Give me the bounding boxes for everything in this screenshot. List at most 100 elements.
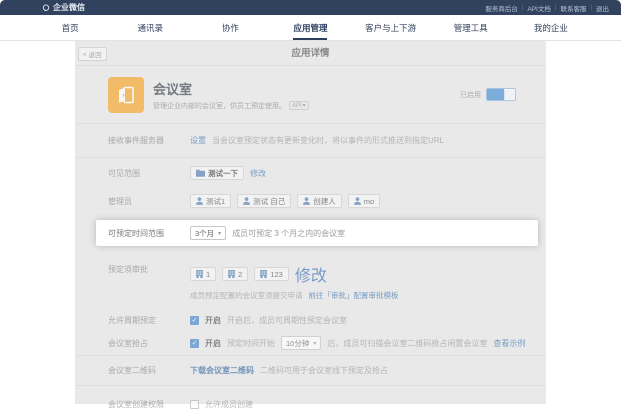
- nav-item-my-company[interactable]: 我的企业: [511, 15, 591, 40]
- topbar-links: 服务商后台 | API文档 | 联系客服 | 退出: [485, 3, 609, 13]
- caret-down-icon: ▾: [313, 340, 316, 347]
- admin-tag-label: 测试 自己: [253, 196, 285, 207]
- main-nav: 首页 通讯录 协作 应用管理 客户与上下游 管理工具 我的企业: [0, 15, 621, 41]
- divider: |: [555, 5, 557, 11]
- person-icon: [354, 197, 361, 205]
- toggle-fill: [487, 89, 504, 100]
- booking-window-select[interactable]: 3个月 ▾: [190, 226, 226, 240]
- row-booking-window-highlighted: 可预定时间范围 3个月 ▾ 成员可预定 3 个月之内的会议室: [96, 220, 538, 246]
- row-qrcode: 会议室二维码 下载会议室二维码 二维码可用于会议室线下预定及抢占: [75, 355, 546, 385]
- room-tag[interactable]: 123: [254, 267, 289, 281]
- caret-down-icon: ▾: [218, 230, 221, 237]
- view-example-link[interactable]: 查看示例: [493, 338, 525, 349]
- checkbox-label: 允许成员创建: [205, 399, 253, 410]
- nav-item-app-management[interactable]: 应用管理: [270, 15, 350, 40]
- back-arrow-icon: «: [83, 51, 87, 58]
- app-description-row: 管理企业内部的会议室，供员工预定使用。 API ▾: [153, 101, 309, 111]
- api-docs-link[interactable]: API文档: [527, 3, 550, 13]
- row-room-seize: 会议室抢占 ✓ 开启 预定时间开始 10分钟 ▾ 后，成员可扫描会议室二维码抢占…: [75, 331, 546, 355]
- nav-item-home[interactable]: 首页: [30, 15, 110, 40]
- enable-toggle[interactable]: [486, 88, 516, 101]
- modify-link[interactable]: 修改: [250, 168, 266, 179]
- api-tag-label: API: [292, 103, 302, 109]
- admin-tag-label: 创建人: [313, 196, 336, 207]
- wecom-logo[interactable]: 企业微信: [42, 2, 85, 13]
- room-tag[interactable]: 1: [190, 267, 216, 281]
- row-desc: 当会议室预定状态有更新变化时，将以事件的形式推送到指定URL: [212, 135, 444, 146]
- download-qrcode-link[interactable]: 下载会议室二维码: [190, 365, 254, 376]
- folder-icon: [196, 169, 205, 177]
- row-label: 可见范围: [108, 168, 190, 179]
- check-icon: ✓: [192, 316, 198, 325]
- back-button[interactable]: « 返回: [78, 47, 107, 61]
- admin-tag[interactable]: 测试1: [190, 194, 231, 208]
- seize-delay-value: 10分钟: [286, 338, 309, 349]
- row-create-permission: 会议室创建权限 允许成员创建: [75, 385, 546, 410]
- goto-approval-template-link[interactable]: 前往「审批」配置审批模板: [309, 290, 399, 301]
- settings-link[interactable]: 设置: [190, 135, 206, 146]
- modify-link[interactable]: 修改: [295, 262, 327, 286]
- caret-down-icon: ▾: [303, 102, 306, 109]
- seize-post-text: 后，成员可扫描会议室二维码抢占闲置会议室: [327, 338, 487, 349]
- admin-tag-label: 测试1: [206, 196, 225, 207]
- nav-item-contacts[interactable]: 通讯录: [110, 15, 190, 40]
- app-name: 会议室: [153, 79, 309, 98]
- logout-link[interactable]: 退出: [596, 3, 609, 13]
- status-label: 已启用: [460, 90, 481, 100]
- person-icon: [303, 197, 310, 205]
- admin-tag[interactable]: 测试 自己: [237, 194, 291, 208]
- allow-members-create-checkbox[interactable]: [190, 400, 199, 409]
- provider-console-link[interactable]: 服务商后台: [485, 3, 518, 13]
- admin-tag[interactable]: mo: [348, 194, 380, 208]
- toggle-knob: [504, 90, 514, 99]
- nav-item-customers[interactable]: 客户与上下游: [351, 15, 431, 40]
- row-label: 可预定时间范围: [108, 228, 190, 239]
- row-label: 会议室创建权限: [108, 399, 190, 410]
- row-recurring-booking: 允许周期预定 ✓ 开启 开启后，成员可周期性预定会议室: [75, 309, 546, 331]
- row-label: 接收事件服务器: [108, 135, 190, 146]
- room-tag[interactable]: 2: [222, 267, 248, 281]
- app-info: 会议室 管理企业内部的会议室，供员工预定使用。 API ▾: [153, 79, 309, 111]
- check-icon: ✓: [192, 339, 198, 348]
- wecom-logo-icon: [42, 4, 50, 12]
- row-admins: 管理员 测试1 测试 自己 创建人 mo: [75, 188, 546, 214]
- building-icon: [260, 270, 267, 278]
- app-header-card: 会议室 管理企业内部的会议室，供员工预定使用。 API ▾ 已启用: [75, 66, 546, 124]
- building-icon: [196, 270, 203, 278]
- department-tag[interactable]: 测试一下: [190, 166, 244, 180]
- topbar: 企业微信 服务商后台 | API文档 | 联系客服 | 退出: [0, 0, 621, 15]
- row-label: 会议室二维码: [108, 365, 190, 376]
- admin-tag[interactable]: 创建人: [297, 194, 342, 208]
- panel-header: « 返回 应用详情: [75, 41, 546, 66]
- booking-window-select-value: 3个月: [195, 228, 214, 239]
- contact-support-link[interactable]: 联系客服: [560, 3, 586, 13]
- seize-checkbox[interactable]: ✓: [190, 339, 199, 348]
- row-desc: 二维码可用于会议室线下预定及抢占: [260, 365, 388, 376]
- wecom-logo-text: 企业微信: [53, 2, 85, 13]
- row-label: 预定须审批: [108, 262, 190, 275]
- enabled-word: 开启: [205, 315, 221, 326]
- meeting-room-app-icon: [108, 77, 144, 113]
- divider: |: [522, 5, 524, 11]
- person-icon: [243, 197, 250, 205]
- app-status-area: 已启用: [460, 88, 516, 101]
- row-label: 管理员: [108, 196, 190, 207]
- row-desc: 开启后，成员可周期性预定会议室: [227, 315, 347, 326]
- row-desc: 成员可预定 3 个月之内的会议室: [232, 228, 345, 239]
- row-approval: 预定须审批 1 2 123 修改 成员预定配置的会议室须提交申请: [75, 254, 546, 309]
- enabled-word: 开启: [205, 338, 221, 349]
- admin-tag-label: mo: [364, 197, 374, 206]
- nav-item-collaboration[interactable]: 协作: [190, 15, 270, 40]
- page-title: 应用详情: [75, 41, 546, 66]
- api-tag[interactable]: API ▾: [289, 101, 309, 110]
- nav-item-admin-tools[interactable]: 管理工具: [431, 15, 511, 40]
- person-icon: [196, 197, 203, 205]
- row-event-server: 接收事件服务器 设置 当会议室预定状态有更新变化时，将以事件的形式推送到指定UR…: [75, 124, 546, 158]
- seize-pre-text: 预定时间开始: [227, 338, 275, 349]
- room-tag-label: 2: [238, 270, 242, 279]
- room-tag-label: 1: [206, 270, 210, 279]
- row-label: 允许周期预定: [108, 315, 190, 326]
- seize-delay-select[interactable]: 10分钟 ▾: [281, 336, 321, 350]
- app-description: 管理企业内部的会议室，供员工预定使用。: [153, 101, 286, 111]
- recurring-checkbox[interactable]: ✓: [190, 316, 199, 325]
